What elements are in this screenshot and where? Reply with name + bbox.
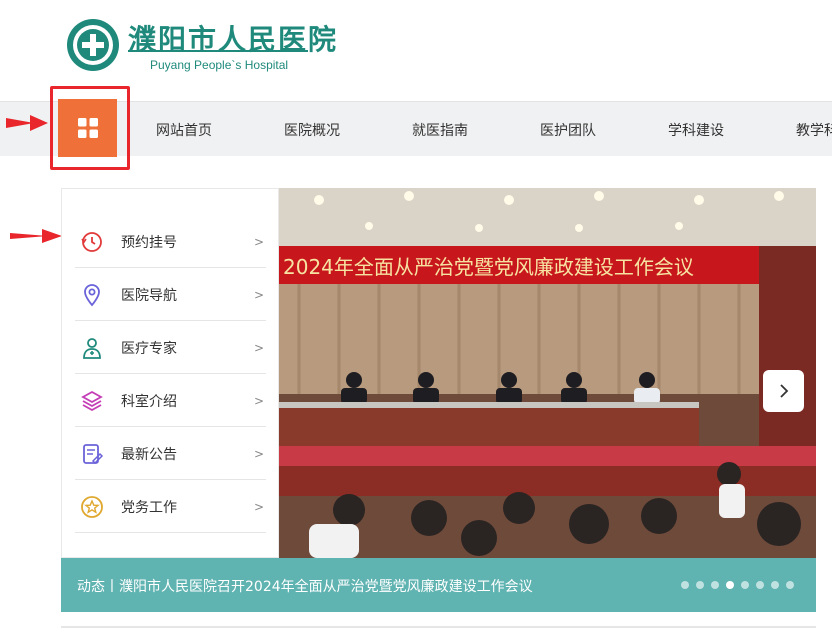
arrow-icon [6, 115, 48, 131]
slide-dot[interactable] [756, 581, 764, 589]
divider [61, 626, 816, 628]
sidebar-item-party-affairs[interactable]: 党务工作 > [75, 481, 266, 533]
sidebar-item-experts[interactable]: 医疗专家 > [75, 322, 266, 374]
nav-guide[interactable]: 就医指南 [412, 120, 468, 140]
chevron-right-icon: > [253, 287, 264, 302]
notice-icon [79, 441, 105, 467]
sidebar-item-notices[interactable]: 最新公告 > [75, 428, 266, 480]
layers-icon [79, 388, 105, 414]
sidebar-item-label: 预约挂号 [121, 234, 177, 251]
slide-dots [681, 581, 794, 589]
banner-next-button[interactable] [763, 370, 804, 412]
slide-dot[interactable] [696, 581, 704, 589]
chevron-right-icon: > [253, 340, 264, 355]
chevron-right-icon: > [253, 499, 264, 514]
sidebar-item-label: 科室介绍 [121, 393, 177, 410]
news-banner[interactable]: 2024年全面从严治党暨党风廉政建设工作会议 [279, 188, 816, 558]
nav-home[interactable]: 网站首页 [156, 120, 212, 140]
location-pin-icon [79, 282, 105, 308]
slide-dot[interactable] [771, 581, 779, 589]
slide-dot-active[interactable] [726, 581, 734, 589]
slide-dot[interactable] [786, 581, 794, 589]
banner-slogan: 2024年全面从严治党暨党风廉政建设工作会议 [283, 255, 694, 279]
star-icon [79, 494, 105, 520]
chevron-right-icon: > [253, 234, 264, 249]
chevron-right-icon [779, 384, 788, 398]
sidebar-item-navigation[interactable]: 医院导航 > [75, 269, 266, 321]
sidebar-item-label: 医院导航 [121, 287, 177, 304]
sidebar-item-label: 医疗专家 [121, 340, 177, 357]
sidebar-item-departments[interactable]: 科室介绍 > [75, 375, 266, 427]
arrow-icon [10, 229, 62, 243]
slide-dot[interactable] [681, 581, 689, 589]
nav-teaching[interactable]: 教学科 [796, 120, 832, 140]
sidebar-item-label: 党务工作 [121, 499, 177, 516]
sidebar-item-label: 最新公告 [121, 446, 177, 463]
hospital-name-cn: 濮阳市人民医院 [128, 23, 339, 56]
clock-icon [79, 229, 105, 255]
nav-disciplines[interactable]: 学科建设 [668, 120, 724, 140]
sidebar-item-appointment[interactable]: 预约挂号 > [75, 216, 266, 268]
banner-caption[interactable]: 动态丨濮阳市人民医院召开2024年全面从严治党暨党风廉政建设工作会议 [77, 576, 533, 596]
banner-caption-bar: 动态丨濮阳市人民医院召开2024年全面从严治党暨党风廉政建设工作会议 [61, 558, 816, 612]
highlight-menu-button [50, 86, 130, 170]
chevron-right-icon: > [253, 393, 264, 408]
logo-divider [128, 50, 308, 52]
meeting-photo: 2024年全面从严治党暨党风廉政建设工作会议 [279, 188, 816, 558]
slide-dot[interactable] [741, 581, 749, 589]
hospital-logo[interactable] [66, 18, 120, 72]
site-header: 濮阳市人民医院 Puyang People`s Hospital [0, 0, 832, 100]
nav-team[interactable]: 医护团队 [540, 120, 596, 140]
doctor-icon [79, 335, 105, 361]
quick-links-sidebar: 预约挂号 > 医院导航 > 医疗专家 > 科室介绍 > 最新公告 > 党务工作 … [61, 188, 279, 558]
chevron-right-icon: > [253, 446, 264, 461]
slide-dot[interactable] [711, 581, 719, 589]
nav-about[interactable]: 医院概况 [284, 120, 340, 140]
hospital-name-en: Puyang People`s Hospital [150, 58, 289, 72]
